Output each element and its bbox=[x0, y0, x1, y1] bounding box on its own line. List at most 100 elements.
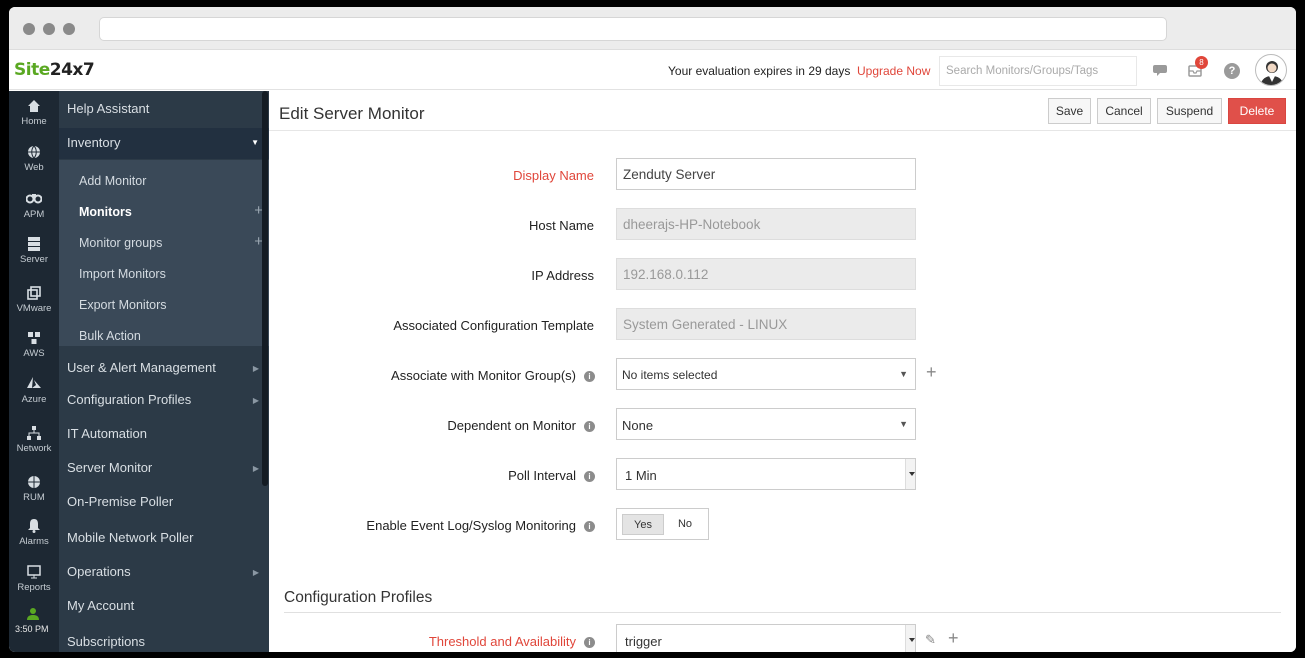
nav-server-label: Server bbox=[20, 254, 48, 265]
dependent-monitor-select[interactable]: None ▼ bbox=[616, 408, 916, 440]
nav-network[interactable]: Network bbox=[9, 426, 59, 454]
site24x7-logo[interactable]: Site24x7 bbox=[14, 60, 95, 80]
window-maximize-dot[interactable] bbox=[63, 23, 75, 35]
nav-azure-label: Azure bbox=[21, 394, 47, 405]
poll-interval-select[interactable]: 1 Min bbox=[616, 458, 916, 490]
nav-alarms[interactable]: Alarms bbox=[9, 519, 59, 547]
clock-text: 3:50 PM bbox=[15, 624, 49, 634]
nav-rum-label: RUM bbox=[23, 492, 45, 503]
submenu-import-monitors[interactable]: Import Monitors bbox=[79, 267, 166, 281]
submenu-monitor-groups[interactable]: Monitor groups bbox=[79, 236, 162, 250]
select-arrow-icon bbox=[905, 459, 915, 489]
chat-icon[interactable] bbox=[1152, 62, 1170, 80]
address-bar[interactable] bbox=[99, 17, 1167, 41]
nav-aws-label: AWS bbox=[23, 348, 45, 359]
nav-network-label: Network bbox=[16, 443, 52, 454]
window-minimize-dot[interactable] bbox=[43, 23, 55, 35]
logo-number-text: 24x7 bbox=[49, 60, 95, 80]
poll-interval-value: 1 Min bbox=[625, 468, 657, 483]
nav-vmware[interactable]: VMware bbox=[9, 286, 59, 314]
vmware-icon bbox=[9, 286, 59, 302]
nav-aws[interactable]: AWS bbox=[9, 331, 59, 359]
submenu-export-monitors[interactable]: Export Monitors bbox=[79, 298, 167, 312]
display-name-input[interactable] bbox=[616, 158, 916, 190]
side-menu: Help Assistant Inventory ▼ Add Monitor M… bbox=[59, 91, 269, 652]
nav-apm[interactable]: APM bbox=[9, 192, 59, 220]
submenu-add-monitor[interactable]: Add Monitor bbox=[79, 174, 146, 188]
menu-it-automation[interactable]: IT Automation bbox=[67, 426, 147, 441]
notification-badge: 8 bbox=[1195, 56, 1208, 69]
add-monitor-group-plus-icon[interactable]: + bbox=[926, 363, 937, 381]
nav-reports-label: Reports bbox=[17, 582, 51, 593]
globe-icon bbox=[9, 145, 59, 161]
chevron-right-icon: ▶ bbox=[252, 568, 259, 577]
ip-address-label: IP Address bbox=[531, 268, 594, 283]
server-icon bbox=[9, 237, 59, 253]
ip-address-input bbox=[616, 258, 916, 290]
menu-on-premise-poller[interactable]: On-Premise Poller bbox=[67, 494, 173, 509]
icon-navigation: Home Web APM Server VMware AWS Azure Net… bbox=[9, 91, 59, 652]
search-input[interactable] bbox=[939, 56, 1137, 86]
help-icon[interactable]: ? bbox=[1224, 63, 1240, 79]
chevron-right-icon: ▶ bbox=[252, 396, 259, 405]
config-template-input bbox=[616, 308, 916, 340]
config-profiles-heading: Configuration Profiles bbox=[284, 589, 433, 606]
menu-subscriptions[interactable]: Subscriptions bbox=[67, 634, 145, 649]
upgrade-now-link[interactable]: Upgrade Now bbox=[857, 64, 930, 78]
nav-apm-label: APM bbox=[23, 209, 45, 220]
save-button[interactable]: Save bbox=[1048, 98, 1091, 124]
event-log-toggle[interactable]: Yes No bbox=[616, 508, 709, 540]
menu-my-account[interactable]: My Account bbox=[67, 598, 134, 613]
menu-inventory-label: Inventory bbox=[67, 135, 121, 150]
browser-window: Site24x7 Your evaluation expires in 29 d… bbox=[9, 7, 1296, 652]
threshold-select[interactable]: trigger bbox=[616, 624, 916, 652]
nav-rum[interactable]: RUM bbox=[9, 475, 59, 503]
cancel-button[interactable]: Cancel bbox=[1097, 98, 1151, 124]
info-icon[interactable]: i bbox=[584, 637, 595, 648]
nav-reports[interactable]: Reports bbox=[9, 565, 59, 593]
monitor-group-value: No items selected bbox=[622, 368, 718, 382]
page-title: Edit Server Monitor bbox=[279, 104, 425, 123]
menu-mobile-network-poller[interactable]: Mobile Network Poller bbox=[67, 530, 193, 545]
pencil-icon[interactable]: ✎ bbox=[925, 632, 936, 648]
menu-server-monitor[interactable]: Server Monitor bbox=[67, 460, 152, 475]
nav-home[interactable]: Home bbox=[9, 99, 59, 127]
app-header: Site24x7 Your evaluation expires in 29 d… bbox=[9, 51, 1296, 90]
admin-icon[interactable] bbox=[26, 607, 40, 624]
window-close-dot[interactable] bbox=[23, 23, 35, 35]
chevron-right-icon: ▶ bbox=[252, 464, 259, 473]
nav-azure[interactable]: Azure bbox=[9, 377, 59, 405]
menu-user-alert-management[interactable]: User & Alert Management bbox=[67, 360, 216, 375]
caret-down-icon: ▼ bbox=[899, 419, 908, 429]
info-icon[interactable]: i bbox=[584, 371, 595, 382]
avatar[interactable] bbox=[1255, 54, 1287, 86]
info-icon[interactable]: i bbox=[584, 421, 595, 432]
sidebar-scrollbar[interactable] bbox=[262, 91, 268, 486]
suspend-button[interactable]: Suspend bbox=[1157, 98, 1222, 124]
chevron-right-icon: ▶ bbox=[252, 364, 259, 373]
submenu-bulk-action[interactable]: Bulk Action bbox=[79, 329, 141, 343]
bell-icon bbox=[9, 519, 59, 535]
dependent-monitor-value: None bbox=[622, 418, 654, 433]
info-icon[interactable]: i bbox=[584, 471, 595, 482]
display-name-label: Display Name bbox=[513, 168, 594, 183]
nav-web[interactable]: Web bbox=[9, 145, 59, 173]
info-icon[interactable]: i bbox=[584, 521, 595, 532]
monitor-group-select[interactable]: No items selected ▼ bbox=[616, 358, 916, 390]
event-log-no-option[interactable]: No bbox=[669, 514, 701, 535]
submenu-monitors[interactable]: Monitors bbox=[79, 205, 132, 219]
menu-help-assistant[interactable]: Help Assistant bbox=[67, 101, 149, 116]
nav-vmware-label: VMware bbox=[16, 303, 52, 314]
caret-down-icon: ▼ bbox=[251, 138, 259, 147]
event-log-yes-option[interactable]: Yes bbox=[622, 514, 664, 535]
browser-chrome bbox=[9, 7, 1296, 50]
add-threshold-plus-icon[interactable]: + bbox=[948, 629, 959, 647]
menu-configuration-profiles[interactable]: Configuration Profiles bbox=[67, 392, 191, 407]
event-log-label: Enable Event Log/Syslog Monitoring bbox=[366, 518, 576, 533]
menu-inventory[interactable]: Inventory ▼ bbox=[59, 128, 269, 159]
menu-operations[interactable]: Operations bbox=[67, 564, 131, 579]
nav-server[interactable]: Server bbox=[9, 237, 59, 265]
home-icon bbox=[9, 99, 59, 115]
delete-button[interactable]: Delete bbox=[1228, 98, 1286, 124]
nav-home-label: Home bbox=[21, 116, 47, 127]
